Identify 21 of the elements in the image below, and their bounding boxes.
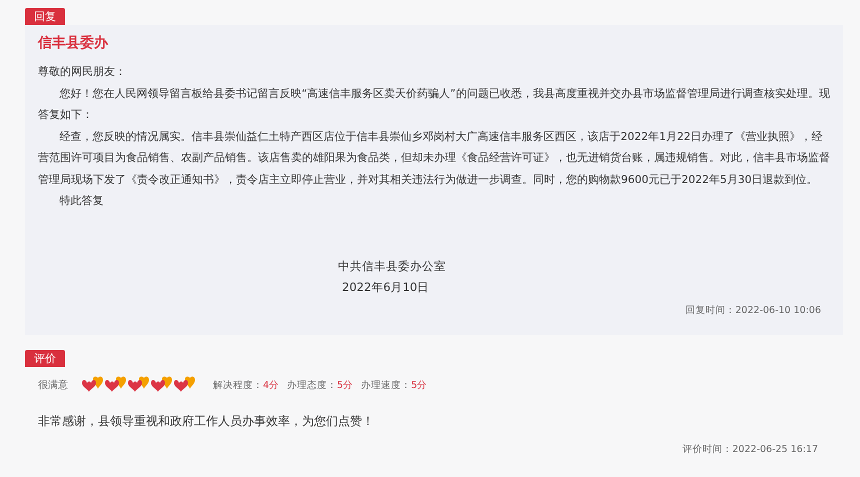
score-text: 办理态度：5分 (287, 378, 354, 392)
reply-paragraph: 您好！您在人民网领导留言板给县委书记留言反映“高速信丰服务区卖天价药骗人”的问题已收悉，我县高度重视并交办县市场监督管理局进行调查核实处理。现答复如下： (38, 86, 831, 123)
office-name: 信丰县委办 (38, 34, 110, 53)
rating-label: 很满意 (38, 378, 68, 392)
heart-icon (105, 376, 126, 394)
score-text: 解决程度：4分 (213, 378, 280, 392)
signature-text: 中共信丰县委办公室 (338, 258, 447, 274)
score-text: 办理速度：5分 (361, 378, 428, 392)
signature-date: 2022年6月10日 (341, 278, 430, 296)
heart-icon (82, 376, 103, 394)
evaluation-tag: 评价 (25, 350, 65, 367)
reply-tag: 回复 (25, 8, 65, 25)
reply-paragraph: 经查，您反映的情况属实。信丰县崇仙益仁土特产西区店位于信丰县崇仙乡邓岗村大广高速信丰服务区西区，该店于2022年1月22日办理了《营业执照》，经营范围许可项目为食品销售、农副产品销售。该店售卖的雄阳果为食品类，但却未办理《食品经营许可证》，也无进销货台账，属违规销售。对此，信丰县市场监督管理局现场下发了《责令改正通知书》，责令店主立即停止营业，并对其相关违法行为做进一步调查。同时，您的购物款9600元已于2022年5月30日退款到位。 (38, 128, 831, 188)
heart-icon (128, 376, 149, 394)
greeting-text: 尊敬的网民朋友： (38, 64, 127, 80)
reply-time: 回复时间：2022-06-10 10:06 (685, 304, 821, 316)
heart-icon (151, 376, 172, 394)
evaluation-comment: 非常感谢，县领导重视和政府工作人员办事效率，为您们点赞！ (38, 413, 375, 430)
evaluation-time: 评价时间：2022-06-25 16:17 (682, 444, 818, 455)
reply-paragraph: 特此答复 (58, 193, 105, 209)
heart-icon (174, 376, 195, 394)
